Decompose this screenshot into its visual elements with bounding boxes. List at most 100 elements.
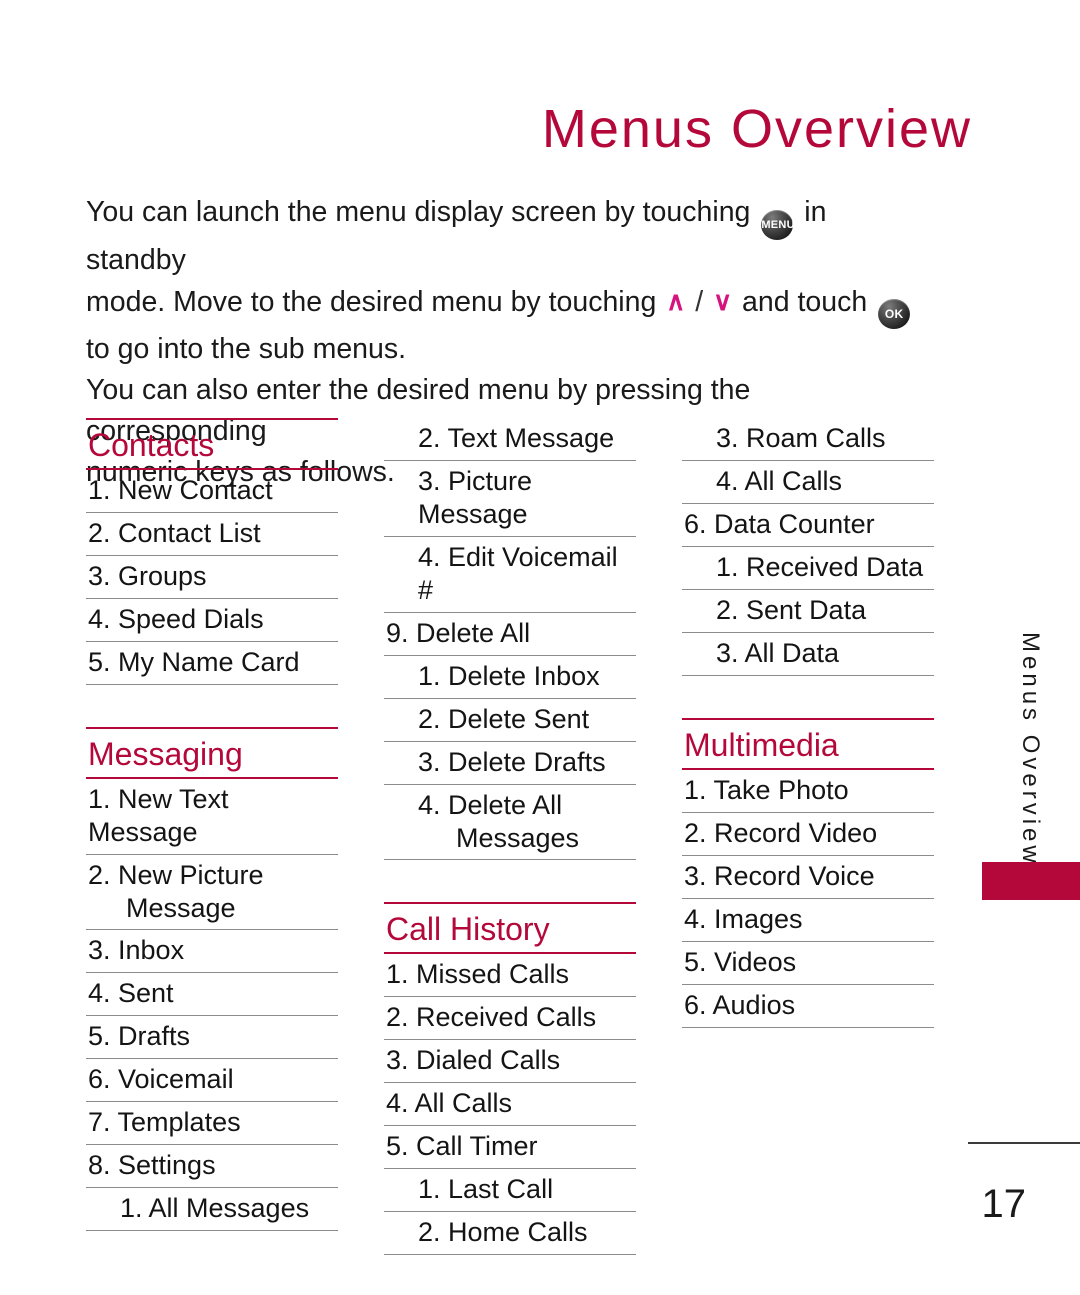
menu-item-label: 5. My Name Card <box>88 646 300 677</box>
menu-item-label: 6. Audios <box>684 989 796 1020</box>
menu-item-label: 3. Picture Message <box>418 466 533 529</box>
menu-item[interactable]: 1. All Messages <box>86 1188 338 1231</box>
menu-item-label: 3. Dialed Calls <box>386 1044 561 1075</box>
menu-section-call-history: Call History 1. Missed Calls 2. Received C… <box>384 902 636 1255</box>
menu-item[interactable]: 3. Groups <box>86 556 338 599</box>
menu-item-label: 3. All Data <box>716 638 840 668</box>
menu-item[interactable]: 2. Delete Sent <box>384 699 636 742</box>
menu-item[interactable]: 2. Home Calls <box>384 1212 636 1255</box>
menu-item-label: 3. Record Voice <box>684 860 875 891</box>
separator-slash: / <box>695 286 704 318</box>
intro-text-2a: mode. Move to the desired menu by touchi… <box>86 286 657 318</box>
menu-item[interactable]: 4. Sent <box>86 973 338 1016</box>
menu-item[interactable]: 5. Drafts <box>86 1016 338 1059</box>
menu-item-label: 1. Delete Inbox <box>418 661 600 691</box>
menu-item[interactable]: 3. Record Voice <box>682 856 934 899</box>
menu-item-label: 4. Edit Voicemail # <box>418 542 618 605</box>
menu-item[interactable]: 6. Voicemail <box>86 1059 338 1102</box>
menu-item-label: 1. Missed Calls <box>386 958 570 989</box>
section-heading-contacts: Contacts <box>86 418 338 470</box>
menu-item[interactable]: 6. Data Counter <box>682 504 934 547</box>
menu-list-continued: 2. Text Message 3. Picture Message 4. Edit… <box>384 418 636 860</box>
menu-section-continued: 2. Text Message 3. Picture Message 4. Edit… <box>384 418 636 860</box>
menu-item[interactable]: 5. Call Timer <box>384 1126 636 1169</box>
menu-item-label: 1. New Contact <box>88 474 273 505</box>
menu-item-label: 9. Delete All <box>386 618 531 648</box>
menu-item[interactable]: 2. Received Calls <box>384 997 636 1040</box>
menu-item[interactable]: 3. Delete Drafts <box>384 742 636 785</box>
menu-item-label: 1. All Messages <box>120 1192 310 1223</box>
menu-item[interactable]: 2. New Picture Message <box>86 855 338 930</box>
chevron-up-icon: ∧ <box>666 286 686 316</box>
menu-item[interactable]: 1. Received Data <box>682 547 934 590</box>
menu-item[interactable]: 4. All Calls <box>384 1083 636 1126</box>
menu-item[interactable]: 1. Delete Inbox <box>384 656 636 699</box>
menu-item-label: 2. Delete Sent <box>418 704 590 734</box>
menu-item[interactable]: 8. Settings <box>86 1145 338 1188</box>
menu-item[interactable]: 4. Images <box>682 899 934 942</box>
menu-item-label: 4. Images <box>684 903 803 934</box>
menu-list-contacts: 1. New Contact 2. Contact List 3. Groups 4.… <box>86 470 338 685</box>
intro-text-2b: and touch <box>742 286 868 318</box>
menu-item-label: 4. Delete All <box>418 790 563 820</box>
menu-item-label: 2. Record Video <box>684 817 878 848</box>
menu-item[interactable]: 4. Speed Dials <box>86 599 338 642</box>
menu-item-label-continued: Message <box>126 892 236 923</box>
menu-item[interactable]: 1. Missed Calls <box>384 954 636 997</box>
menu-item[interactable]: 4. Delete All Messages <box>384 785 636 860</box>
menu-item-label: 3. Roam Calls <box>716 423 886 453</box>
menu-item-label: 5. Drafts <box>88 1020 191 1051</box>
menu-columns: Contacts 1. New Contact 2. Contact List 3. … <box>86 418 936 1255</box>
menu-item[interactable]: 1. New Text Message <box>86 779 338 855</box>
menu-item-label: 2. Text Message <box>418 423 615 453</box>
menu-list-continued: 3. Roam Calls 4. All Calls 6. Data Counter… <box>682 418 934 676</box>
menu-item[interactable]: 3. Picture Message <box>384 461 636 537</box>
intro-line-3: to go into the sub menus. <box>86 333 407 365</box>
intro-line-2: mode. Move to the desired menu by touchi… <box>86 281 916 329</box>
menu-item-label: 2. Contact List <box>88 517 261 548</box>
menu-item[interactable]: 2. Record Video <box>682 813 934 856</box>
menu-item[interactable]: 2. Text Message <box>384 418 636 461</box>
menu-item[interactable]: 5. Videos <box>682 942 934 985</box>
menu-section-contacts: Contacts 1. New Contact 2. Contact List 3. … <box>86 418 338 685</box>
menu-item[interactable]: 6. Audios <box>682 985 934 1028</box>
menu-item-label: 4. Speed Dials <box>88 603 264 634</box>
menu-item[interactable]: 9. Delete All <box>384 613 636 656</box>
menu-item[interactable]: 2. Sent Data <box>682 590 934 633</box>
menu-item-label: 6. Data Counter <box>684 509 875 539</box>
menu-list-messaging: 1. New Text Message 2. New Picture Message… <box>86 779 338 1231</box>
menu-item[interactable]: 4. Edit Voicemail # <box>384 537 636 613</box>
menu-item[interactable]: 3. Dialed Calls <box>384 1040 636 1083</box>
menu-item-label: 3. Delete Drafts <box>418 747 606 777</box>
menu-item-label: 1. Take Photo <box>684 774 849 805</box>
menu-item[interactable]: 1. Take Photo <box>682 770 934 813</box>
menu-item-label: 1. Received Data <box>716 552 924 582</box>
page-title: Menus Overview <box>541 99 972 160</box>
menu-item-label: 7. Templates <box>88 1106 241 1137</box>
menu-item[interactable]: 3. Inbox <box>86 930 338 973</box>
chevron-down-icon: ∨ <box>713 286 733 316</box>
menu-item[interactable]: 3. Roam Calls <box>682 418 934 461</box>
menu-item[interactable]: 2. Contact List <box>86 513 338 556</box>
menu-item-label: 1. New Text Message <box>88 783 229 847</box>
menu-item[interactable]: 5. My Name Card <box>86 642 338 685</box>
page-number: 17 <box>981 1182 1027 1226</box>
menu-item-label: 8. Settings <box>88 1149 216 1180</box>
menu-section-messaging: Messaging 1. New Text Message 2. New Pictu… <box>86 726 338 1231</box>
menu-column-3: 3. Roam Calls 4. All Calls 6. Data Counter… <box>682 418 934 1255</box>
footer-divider <box>968 1142 1080 1144</box>
menu-item[interactable]: 1. Last Call <box>384 1169 636 1212</box>
menu-item[interactable]: 1. New Contact <box>86 470 338 513</box>
menu-column-1: Contacts 1. New Contact 2. Contact List 3. … <box>86 418 338 1255</box>
menu-item[interactable]: 4. All Calls <box>682 461 934 504</box>
menu-item[interactable]: 7. Templates <box>86 1102 338 1145</box>
ok-key-icon: OK <box>878 299 911 329</box>
section-heading-call-history: Call History <box>384 902 636 954</box>
menu-item-label: 4. All Calls <box>716 466 843 496</box>
menu-item[interactable]: 3. All Data <box>682 633 934 676</box>
side-tab-label: Menus Overview <box>1017 632 1044 867</box>
menu-item-label: 4. Sent <box>88 977 174 1008</box>
intro-line-1: You can launch the menu display screen b… <box>86 192 916 281</box>
menu-item-label: 6. Voicemail <box>88 1063 234 1094</box>
menu-item-label: 5. Videos <box>684 946 797 977</box>
